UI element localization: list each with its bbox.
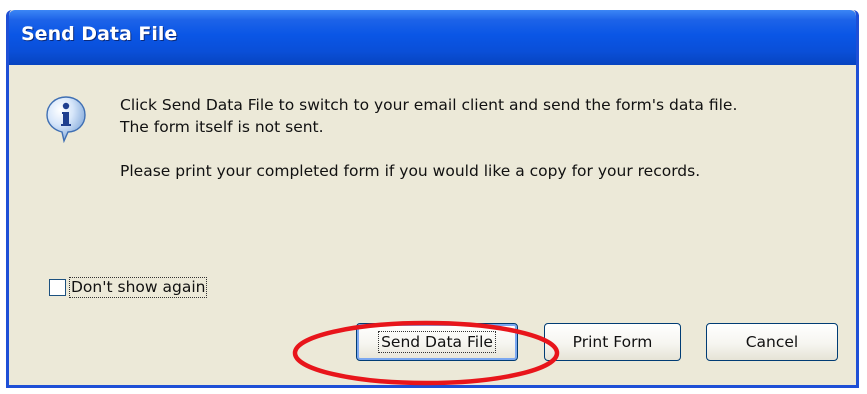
send-data-file-dialog: Send Data File Click Send Data File to s…	[6, 10, 859, 388]
message-line-2: The form itself is not sent.	[120, 118, 324, 136]
dont-show-again-row: Don't show again	[49, 276, 208, 298]
print-form-button[interactable]: Print Form	[544, 323, 681, 361]
send-data-file-button[interactable]: Send Data File	[356, 323, 518, 361]
dialog-title: Send Data File	[21, 23, 178, 45]
dont-show-again-label[interactable]: Don't show again	[69, 276, 208, 298]
dont-show-again-checkbox[interactable]	[49, 278, 66, 296]
dialog-titlebar[interactable]: Send Data File	[9, 10, 856, 65]
cancel-button[interactable]: Cancel	[706, 323, 838, 361]
cancel-button-label: Cancel	[745, 333, 799, 351]
info-icon	[46, 96, 86, 143]
send-data-file-button-label: Send Data File	[378, 331, 496, 353]
message-line-1: Click Send Data File to switch to your e…	[120, 96, 738, 114]
print-form-button-label: Print Form	[572, 333, 653, 351]
dialog-message: Click Send Data File to switch to your e…	[120, 94, 840, 182]
message-note: Please print your completed form if you …	[120, 162, 701, 180]
